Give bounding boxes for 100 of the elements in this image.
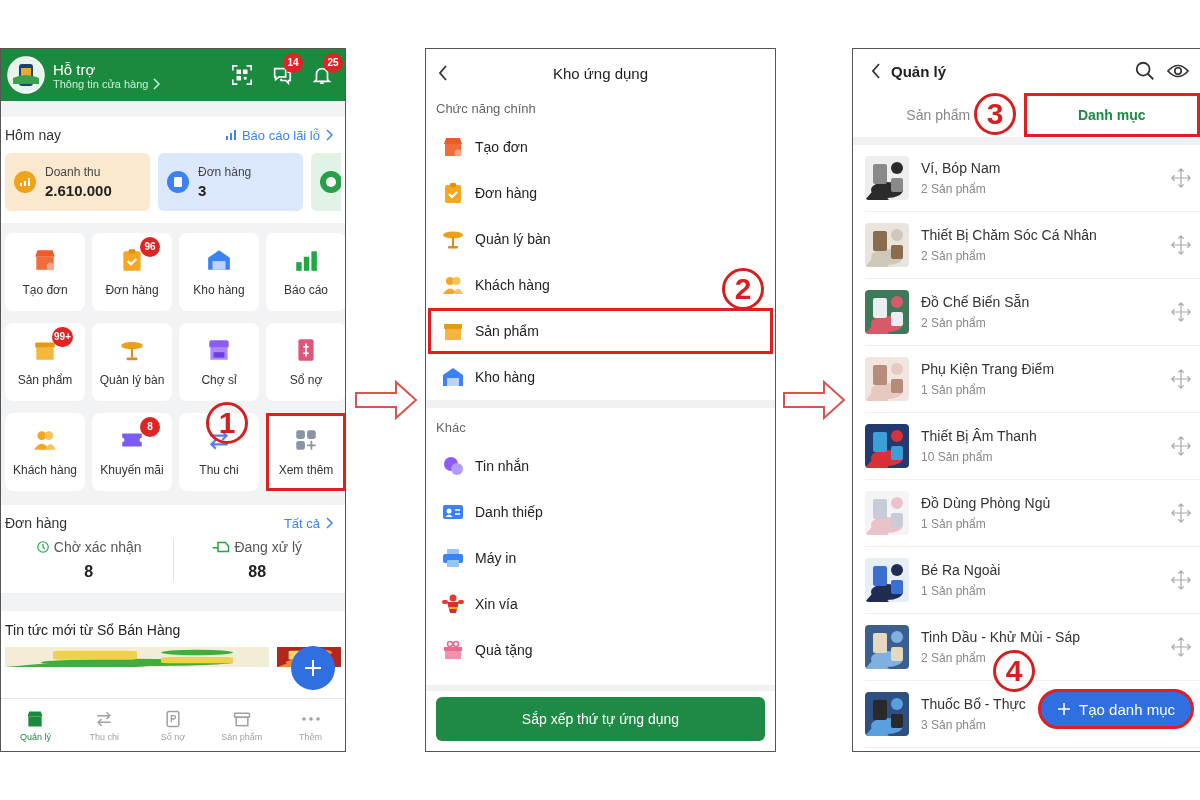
plus-icon	[303, 658, 323, 678]
chart-coin-icon	[13, 170, 37, 194]
shortcut-tile[interactable]: Quản lý bàn	[92, 323, 172, 401]
chevron-icon	[325, 129, 333, 141]
notification-badge: 14	[283, 53, 303, 73]
category-name[interactable]: Bé Ra Ngoài	[921, 562, 1001, 578]
category-name[interactable]: Ví, Bóp Nam	[921, 160, 1001, 176]
menu-item[interactable]: Đơn hàng	[428, 170, 551, 216]
menu-item[interactable]: Quà tặng	[428, 627, 546, 673]
stat-card[interactable]: Đơn hàng 3	[158, 153, 303, 211]
screen-title: Quản lý	[891, 62, 947, 80]
status-label: Đang xử lý	[234, 539, 303, 555]
menu-item[interactable]: Khách hàng	[428, 262, 563, 308]
stat-card[interactable]: Doanh thu 2.610.000	[5, 153, 150, 211]
product-count: 10 Sản phẩm	[921, 450, 993, 464]
category-name[interactable]: Thiết Bị Âm Thanh	[921, 428, 1037, 444]
stat-label: Đơn hàng	[198, 165, 252, 179]
status-count: 88	[248, 563, 267, 581]
clock-icon	[35, 540, 50, 554]
report-link[interactable]: Báo cáo lãi lỗ	[241, 127, 320, 143]
shortcut-tile[interactable]: Sổ nợ	[266, 323, 345, 401]
status-label: Chờ xác nhận	[53, 539, 142, 555]
menu-item[interactable]: Tạo đơn	[428, 124, 541, 170]
shortcut-tile[interactable]: Đơn hàng 96	[92, 233, 172, 311]
search-icon[interactable]	[1134, 60, 1156, 82]
create-category-button[interactable]: Tạo danh mục	[1038, 689, 1194, 729]
product-count: 1 Sản phẩm	[921, 584, 986, 598]
menu-item[interactable]: Sản phẩm	[428, 308, 773, 354]
move-icon[interactable]	[1170, 301, 1192, 323]
category-name[interactable]: Tinh Dầu - Khử Mùi - Sáp	[921, 629, 1081, 645]
stat-card[interactable]	[311, 153, 341, 211]
sort-apps-button[interactable]: Sắp xếp thứ tự ứng dụng	[436, 697, 765, 741]
store-icon	[441, 135, 465, 159]
store-logo-icon	[7, 56, 45, 94]
category-name[interactable]: Thiết Bị Chăm Sóc Cá Nhân	[921, 227, 1097, 243]
right-arrow-icon	[353, 380, 418, 420]
tab[interactable]: Danh mục	[1023, 93, 1200, 137]
qr-scan-icon[interactable]	[231, 64, 253, 86]
count-badge: 96	[140, 237, 160, 257]
stat-value: 3	[198, 182, 208, 199]
shortcut-tile[interactable]: Khuyến mãi 8	[92, 413, 172, 491]
shortcut-tile[interactable]: Xem thêm	[266, 413, 345, 491]
category-name[interactable]: Thuốc Bổ - Thực	[921, 696, 1026, 712]
store-icon	[32, 247, 58, 273]
stat-label: Doanh thu	[45, 165, 102, 179]
move-icon[interactable]	[1170, 234, 1192, 256]
back-icon[interactable]	[871, 63, 881, 79]
move-icon[interactable]	[1170, 569, 1192, 591]
product-count: 2 Sản phẩm	[921, 182, 986, 196]
right-arrow-icon	[782, 380, 846, 420]
shortcut-tile[interactable]: Chợ sỉ	[179, 323, 259, 401]
move-icon[interactable]	[1170, 636, 1192, 658]
step-number: 1	[206, 402, 248, 444]
see-all-link[interactable]: Tất cả	[283, 515, 320, 531]
menu-item[interactable]: Máy in	[428, 535, 530, 581]
step-number: 3	[974, 93, 1016, 135]
coin-icon	[319, 170, 341, 194]
store-name[interactable]: Hỗ trợ	[53, 60, 223, 78]
grid-plus-icon	[293, 427, 319, 453]
move-icon[interactable]	[1170, 167, 1192, 189]
printer-icon	[441, 546, 465, 570]
menu-item[interactable]: Kho hàng	[428, 354, 548, 400]
shortcut-tile[interactable]: Khách hàng	[5, 413, 85, 491]
category-name[interactable]: Phụ Kiện Trang Điểm	[921, 361, 1055, 377]
menu-item[interactable]: Xin vía	[428, 581, 531, 627]
chat-icon	[441, 454, 465, 478]
menu-item[interactable]: Danh thiếp	[428, 489, 556, 535]
shortcut-tile[interactable]: Tạo đơn	[5, 233, 85, 311]
move-icon[interactable]	[1170, 368, 1192, 390]
gift-icon	[441, 638, 465, 662]
move-icon[interactable]	[1170, 502, 1192, 524]
move-icon[interactable]	[1170, 435, 1192, 457]
screen-title: Kho ứng dụng	[552, 64, 649, 82]
stat-value: 2.610.000	[45, 182, 112, 199]
product-count: 2 Sản phẩm	[921, 651, 986, 665]
section-title: Khác	[436, 420, 466, 435]
category-name[interactable]: Đồ Chế Biến Sẵn	[921, 294, 1030, 310]
step-number: 4	[993, 650, 1035, 692]
store-info-link[interactable]: Thông tin cửa hàng	[53, 77, 149, 90]
section-title: Hôm nay	[5, 127, 62, 143]
status-count: 8	[84, 563, 94, 581]
product-count: 1 Sản phẩm	[921, 383, 986, 397]
product-count: 2 Sản phẩm	[921, 249, 986, 263]
menu-item[interactable]: Quản lý bàn	[428, 216, 564, 262]
category-name[interactable]: Đồ Dùng Phòng Ngủ	[921, 495, 1051, 511]
shortcut-tile[interactable]: Kho hàng	[179, 233, 259, 311]
product-count: 3 Sản phẩm	[921, 718, 986, 732]
nav-tab[interactable]: Quản lý	[1, 699, 70, 751]
menu-item[interactable]: Tin nhắn	[428, 443, 542, 489]
count-badge: 8	[140, 417, 160, 437]
shortcut-tile[interactable]: Sản phẩm 99+	[5, 323, 85, 401]
product-count: 1 Sản phẩm	[921, 517, 986, 531]
chevron-icon	[152, 77, 161, 90]
chevron-icon	[325, 517, 333, 529]
more-icon	[301, 716, 320, 721]
back-icon[interactable]	[438, 65, 448, 81]
shortcut-tile[interactable]: Báo cáo	[266, 233, 345, 311]
bar-chart-icon	[224, 129, 237, 141]
notification-badge: 25	[323, 53, 343, 73]
section-title: Đơn hàng	[5, 515, 68, 531]
